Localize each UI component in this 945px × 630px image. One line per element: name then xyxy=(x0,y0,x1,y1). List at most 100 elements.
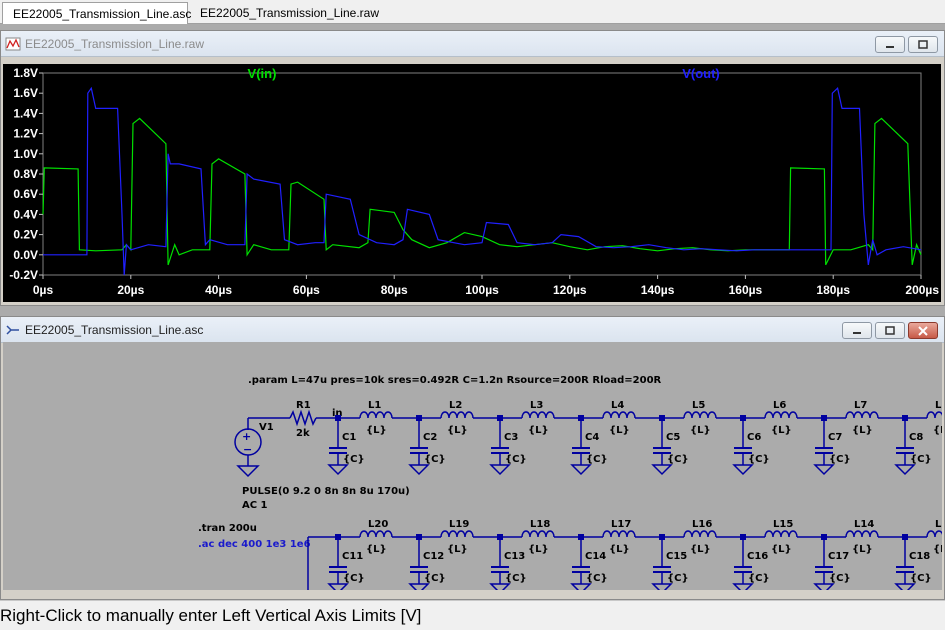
restore-button[interactable] xyxy=(875,322,905,339)
inductor-coil[interactable] xyxy=(521,530,555,538)
y-tick-label: 0.2V xyxy=(13,228,38,242)
x-tick-label: 20µs xyxy=(117,283,144,297)
y-axis-ticks: 1.8V 1.6V 1.4V 1.2V 1.0V 0.8V 0.6V 0.4V 0.2V 0.0V… xyxy=(9,66,43,282)
inductor-coil[interactable] xyxy=(440,411,474,419)
ground-icon xyxy=(894,583,916,590)
x-tick-label: 140µs xyxy=(641,283,675,297)
ac-directive[interactable]: .ac dec 400 1e3 1e6 xyxy=(198,539,311,550)
ground-icon xyxy=(327,464,349,476)
capacitor-value: {C} xyxy=(829,573,851,584)
inductor-value: {L} xyxy=(609,544,630,555)
inductor-name: L6 xyxy=(773,400,786,411)
svg-text:+: + xyxy=(242,430,251,443)
capacitor-value: {C} xyxy=(910,454,932,465)
inductor-name: L7 xyxy=(854,400,867,411)
source-name: V1 xyxy=(259,422,274,433)
inductor-coil[interactable] xyxy=(764,530,798,538)
inductor-value: {L} xyxy=(690,425,711,436)
resistor-name: R1 xyxy=(296,400,311,411)
waveform-window-title: EE22005_Transmission_Line.raw xyxy=(25,36,204,51)
resistor-r1[interactable] xyxy=(289,409,317,427)
y-tick-label: 1.2V xyxy=(13,127,38,141)
minimize-button[interactable] xyxy=(875,36,905,53)
ground-icon xyxy=(813,583,835,590)
inductor-value: {L} xyxy=(609,425,630,436)
inductor-coil[interactable] xyxy=(926,411,942,419)
inductor-value: {L} xyxy=(852,544,873,555)
restore-icon xyxy=(918,39,928,49)
capacitor-value: {C} xyxy=(748,573,770,584)
inductor-coil[interactable] xyxy=(602,411,636,419)
x-tick-label: 160µs xyxy=(729,283,763,297)
ground-icon xyxy=(327,583,349,590)
status-text: Right-Click to manually enter Left Verti… xyxy=(0,605,422,625)
schematic-titlebar[interactable]: EE22005_Transmission_Line.asc xyxy=(1,317,944,343)
ground-icon xyxy=(651,464,673,476)
inductor-name: L20 xyxy=(368,519,388,530)
capacitor-value: {C} xyxy=(667,573,689,584)
waveform-plot[interactable]: 1.8V 1.6V 1.4V 1.2V 1.0V 0.8V 0.6V 0.4V 0.2V 0.0V… xyxy=(3,64,941,302)
svg-text:−: − xyxy=(243,443,252,456)
inductor-name: L8 xyxy=(935,400,942,411)
source-value-ac: AC 1 xyxy=(242,500,268,511)
waveform-titlebar[interactable]: EE22005_Transmission_Line.raw xyxy=(1,31,944,57)
param-directive[interactable]: .param L=47u pres=10k sres=0.492R C=1.2n… xyxy=(248,375,662,386)
inductor-value: {L} xyxy=(933,544,942,555)
capacitor-name: C17 xyxy=(828,551,849,562)
capacitor-name: C8 xyxy=(909,432,923,443)
inductor-coil[interactable] xyxy=(683,411,717,419)
capacitor-value: {C} xyxy=(586,454,608,465)
inductor-coil[interactable] xyxy=(845,411,879,419)
minimize-icon xyxy=(886,45,894,48)
capacitor-name: C3 xyxy=(504,432,518,443)
inductor-coil[interactable] xyxy=(926,530,942,538)
y-tick-label: 0.0V xyxy=(13,248,38,262)
minimize-button[interactable] xyxy=(842,322,872,339)
inductor-coil[interactable] xyxy=(359,530,393,538)
inductor-coil[interactable] xyxy=(440,530,474,538)
schematic-canvas[interactable]: .param L=47u pres=10k sres=0.492R C=1.2n… xyxy=(3,342,942,590)
inductor-coil[interactable] xyxy=(845,530,879,538)
minimize-icon xyxy=(853,331,861,334)
capacitor-value: {C} xyxy=(586,573,608,584)
capacitor-value: {C} xyxy=(748,454,770,465)
inductor-value: {L} xyxy=(447,425,468,436)
inductor-name: L4 xyxy=(611,400,624,411)
vout-trace-label[interactable]: V(out) xyxy=(682,66,720,81)
inductor-coil[interactable] xyxy=(764,411,798,419)
y-tick-label: 1.8V xyxy=(13,66,38,80)
inductor-coil[interactable] xyxy=(683,530,717,538)
capacitor-name: C16 xyxy=(747,551,768,562)
tran-directive[interactable]: .tran 200u xyxy=(198,523,257,534)
capacitor-name: C13 xyxy=(504,551,525,562)
x-tick-label: 180µs xyxy=(816,283,850,297)
y-tick-label: -0.2V xyxy=(9,268,38,282)
tab-schematic[interactable]: EE22005_Transmission_Line.asc xyxy=(2,2,191,24)
tab-waveform[interactable]: EE22005_Transmission_Line.raw xyxy=(190,2,379,23)
inductor-value: {L} xyxy=(528,544,549,555)
close-button[interactable] xyxy=(908,322,938,339)
inductor-name: L19 xyxy=(449,519,469,530)
capacitor-name: C4 xyxy=(585,432,599,443)
document-tab-bar: EE22005_Transmission_Line.asc EE22005_Tr… xyxy=(0,0,945,24)
inductor-name: L3 xyxy=(530,400,543,411)
inductor-coil[interactable] xyxy=(602,530,636,538)
source-value-pulse: PULSE(0 9.2 0 8n 8n 8u 170u) xyxy=(242,486,410,497)
waveform-icon xyxy=(5,37,21,50)
x-axis-ticks: 0µs 20µs 40µs 60µs 80µs 100µs 120µs 140µs 160µs 1… xyxy=(33,275,939,297)
y-tick-label: 1.0V xyxy=(13,147,38,161)
capacitor-name: C6 xyxy=(747,432,761,443)
vin-trace-label[interactable]: V(in) xyxy=(248,66,277,81)
resistor-value: 2k xyxy=(296,428,310,439)
inductor-coil[interactable] xyxy=(359,411,393,419)
inductor-coil[interactable] xyxy=(521,411,555,419)
capacitor-name: C7 xyxy=(828,432,842,443)
voltage-source-v1[interactable]: + − xyxy=(234,418,262,478)
ground-icon xyxy=(489,583,511,590)
inductor-value: {L} xyxy=(528,425,549,436)
ladder-row-1: C1 {C} L1 {L} C2 {C} L2 {L} C3 {C} L3 {L} C4 {C} L4 {L}… xyxy=(327,400,942,476)
x-tick-label: 120µs xyxy=(553,283,587,297)
close-icon xyxy=(918,325,928,336)
capacitor-value: {C} xyxy=(343,573,365,584)
restore-button[interactable] xyxy=(908,36,938,53)
